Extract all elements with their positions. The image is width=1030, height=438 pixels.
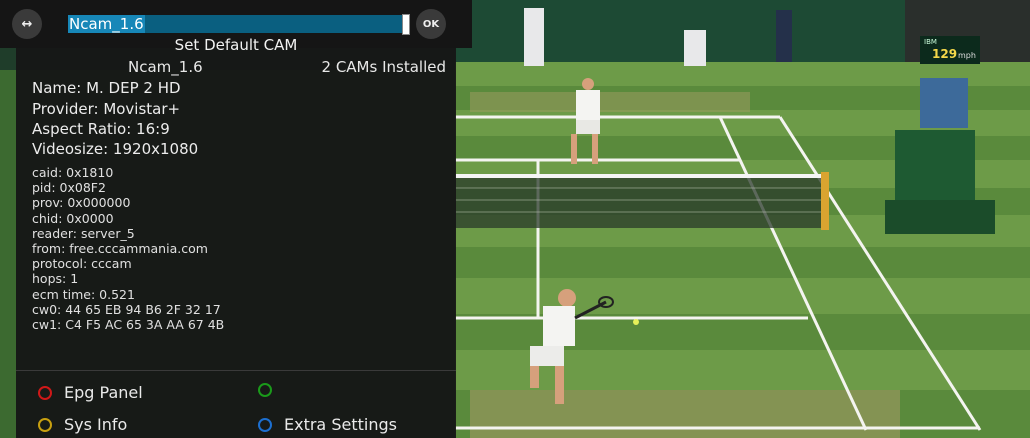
- red-button-label: Epg Panel: [64, 383, 143, 402]
- ecm-line-cw1: cw1: C4 F5 AC 65 3A AA 67 4B: [32, 317, 225, 333]
- ecm-info-block: caid: 0x1810 pid: 0x08F2 prov: 0x000000 …: [32, 165, 224, 332]
- ecm-line-ecm-time: ecm time: 0.521: [32, 286, 135, 302]
- blue-button-extra-settings[interactable]: Extra Settings: [258, 415, 397, 434]
- red-circle-icon: [38, 385, 52, 400]
- ok-button[interactable]: OK: [416, 9, 446, 39]
- yellow-button-label: Sys Info: [64, 415, 128, 434]
- footer-divider: [16, 370, 456, 371]
- aspect-ratio: Aspect Ratio: 16:9: [32, 120, 170, 138]
- ecm-line-caid: caid: 0x1810: [32, 165, 114, 180]
- speed-value: 129: [932, 47, 957, 61]
- ecm-line-from: from: free.cccammania.com: [32, 241, 208, 257]
- channel-provider: Provider: Movistar+: [32, 100, 181, 118]
- cams-installed-count: 2 CAMs Installed: [321, 58, 446, 76]
- red-button-epg-panel[interactable]: Epg Panel: [38, 383, 143, 402]
- green-circle-icon: [258, 383, 272, 397]
- ecm-line-pid: pid: 0x08F2: [32, 180, 106, 196]
- ecm-line-protocol: protocol: cccam: [32, 256, 132, 272]
- speed-unit: mph: [958, 51, 976, 60]
- blue-button-label: Extra Settings: [284, 415, 397, 434]
- blue-circle-icon: [258, 417, 272, 432]
- green-button[interactable]: [258, 383, 284, 397]
- ecm-line-hops: hops: 1: [32, 271, 79, 287]
- yellow-circle-icon: [38, 417, 52, 432]
- ecm-line-chid: chid: 0x0000: [32, 210, 114, 226]
- cam-selector-value: Ncam_1.6: [68, 15, 145, 33]
- channel-name: Name: M. DEP 2 HD: [32, 79, 181, 97]
- ok-button-label: OK: [422, 18, 440, 30]
- cam-selector[interactable]: Ncam_1.6: [68, 15, 408, 33]
- video-size: Videosize: 1920x1080: [32, 140, 199, 158]
- ecm-line-cw0: cw0: 44 65 EB 94 B6 2F 32 17: [32, 301, 221, 317]
- current-cam-name: Ncam_1.6: [128, 58, 203, 76]
- ecm-line-prov: prov: 0x000000: [32, 195, 131, 211]
- ecm-line-reader: reader: server_5: [32, 225, 135, 241]
- left-right-arrows-icon: ↔: [21, 16, 33, 32]
- yellow-button-sys-info[interactable]: Sys Info: [38, 415, 127, 434]
- selector-scroll-handle[interactable]: [402, 14, 410, 35]
- switch-arrows-button[interactable]: ↔: [12, 9, 42, 39]
- panel-title: Set Default CAM: [174, 36, 298, 54]
- scoreboard-brand: IBM: [924, 38, 937, 46]
- cam-setup-panel: ↔ Ncam_1.6 OK Set Default CAM Ncam_1.6 2…: [0, 0, 472, 438]
